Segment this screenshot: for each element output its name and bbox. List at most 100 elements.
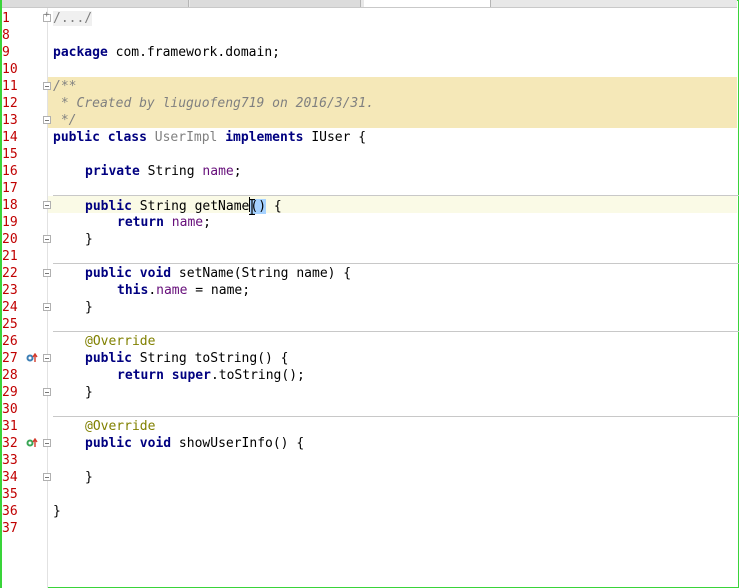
method-signature: setName(String name) { xyxy=(171,266,352,281)
line-number: 10 xyxy=(2,62,18,77)
line-number: 23 xyxy=(2,283,18,298)
line-number: 34 xyxy=(2,470,18,485)
line-number: 26 xyxy=(2,334,18,349)
doc-comment: */ xyxy=(53,113,77,128)
doc-comment: * Created by xyxy=(53,96,163,111)
keyword: return xyxy=(117,368,164,383)
keyword: this xyxy=(117,283,149,298)
line-number: 14 xyxy=(2,130,18,145)
line-number: 18 xyxy=(2,198,18,213)
field-name: name xyxy=(171,215,204,230)
punctuation: ; xyxy=(203,215,211,230)
keyword: return xyxy=(117,215,164,230)
punctuation: } xyxy=(53,504,61,519)
code-line: package com.framework.domain; xyxy=(53,44,280,61)
line-number: 15 xyxy=(2,147,18,162)
punctuation: { xyxy=(266,199,282,214)
code-line: } xyxy=(85,299,93,316)
code-line: /.../ xyxy=(53,10,93,27)
code-line: public class UserImpl implements IUser { xyxy=(53,129,366,146)
keyword: void xyxy=(139,266,172,281)
method-signature: showUserInfo() { xyxy=(171,436,305,451)
code-line: return super.toString(); xyxy=(117,367,305,384)
keyword: package xyxy=(53,45,108,60)
text-cursor-icon xyxy=(249,199,255,215)
editor-tab[interactable] xyxy=(2,0,189,7)
line-number: 29 xyxy=(2,385,18,400)
keyword: public xyxy=(85,266,132,281)
punctuation: ; xyxy=(233,164,242,179)
line-number: 17 xyxy=(2,181,18,196)
override-method-icon[interactable] xyxy=(26,353,38,363)
code-line: public void setName(String name) { xyxy=(85,265,351,282)
line-number: 9 xyxy=(2,45,10,60)
code-line: public void showUserInfo() { xyxy=(85,435,304,452)
code-line: @Override xyxy=(85,333,155,350)
code-line: */ xyxy=(53,112,77,129)
line-number: 11 xyxy=(2,79,18,94)
editor-tab[interactable] xyxy=(190,0,361,7)
method-signature: String getNam xyxy=(131,199,242,214)
code-line: } xyxy=(85,384,93,401)
code-line: @Override xyxy=(85,418,155,435)
code-line: this.name = name; xyxy=(117,282,250,299)
line-number: 30 xyxy=(2,402,18,417)
punctuation: } xyxy=(85,470,93,485)
line-number: 32 xyxy=(2,436,18,451)
line-number: 1 xyxy=(2,11,10,26)
keyword: public xyxy=(85,436,132,451)
doc-comment: on 2016/3/31. xyxy=(264,96,374,111)
code-editor[interactable]: /.../ package com.framework.domain; /** … xyxy=(48,8,737,588)
punctuation: } xyxy=(85,385,93,400)
line-number: 37 xyxy=(2,521,18,536)
line-number: 12 xyxy=(2,96,18,111)
keyword: public xyxy=(85,351,132,366)
line-number: 16 xyxy=(2,164,18,179)
keyword: public xyxy=(53,130,100,145)
punctuation: } xyxy=(85,300,93,315)
keyword: public xyxy=(85,199,132,214)
implement-method-icon[interactable] xyxy=(26,438,38,448)
line-number: 31 xyxy=(2,419,18,434)
line-number: 22 xyxy=(2,266,18,281)
expression: .toString(); xyxy=(210,368,305,383)
doc-author: liuguofeng719 xyxy=(162,96,265,111)
code-line: } xyxy=(53,503,61,520)
code-line: public String toString() { xyxy=(85,350,289,367)
editor-tab-bar xyxy=(2,0,737,8)
folded-imports[interactable]: /.../ xyxy=(53,11,93,26)
code-line: } xyxy=(85,469,93,486)
annotation: @Override xyxy=(85,419,156,434)
line-number: 8 xyxy=(2,28,10,43)
line-number: 27 xyxy=(2,351,18,366)
line-number: 36 xyxy=(2,504,18,519)
annotation: @Override xyxy=(85,334,156,349)
doc-comment: /** xyxy=(53,79,77,94)
keyword: class xyxy=(107,130,147,145)
code-line: * Created by liuguofeng719 on 2016/3/31. xyxy=(53,95,374,112)
code-line: private String name; xyxy=(85,163,242,180)
line-number: 19 xyxy=(2,215,18,230)
line-number: 28 xyxy=(2,368,18,383)
field-name: name xyxy=(156,283,188,298)
line-number: 13 xyxy=(2,113,18,128)
line-number: 25 xyxy=(2,317,18,332)
keyword: implements xyxy=(225,130,304,145)
editor-tab-active[interactable] xyxy=(364,0,491,7)
expression: = name; xyxy=(187,283,251,298)
keyword: void xyxy=(139,436,172,451)
line-number: 21 xyxy=(2,249,18,264)
field-name: name xyxy=(202,164,234,179)
interface-name: IUser { xyxy=(303,130,367,145)
code-line: /** xyxy=(53,78,76,95)
line-number: 24 xyxy=(2,300,18,315)
keyword: super xyxy=(171,368,211,383)
code-line: return name; xyxy=(117,214,211,231)
keyword: private xyxy=(85,164,140,179)
line-number: 35 xyxy=(2,487,18,502)
punctuation: } xyxy=(85,232,93,247)
type-name: String xyxy=(139,164,203,179)
line-number: 20 xyxy=(2,232,18,247)
line-number: 33 xyxy=(2,453,18,468)
class-name: UserImpl xyxy=(154,130,218,145)
